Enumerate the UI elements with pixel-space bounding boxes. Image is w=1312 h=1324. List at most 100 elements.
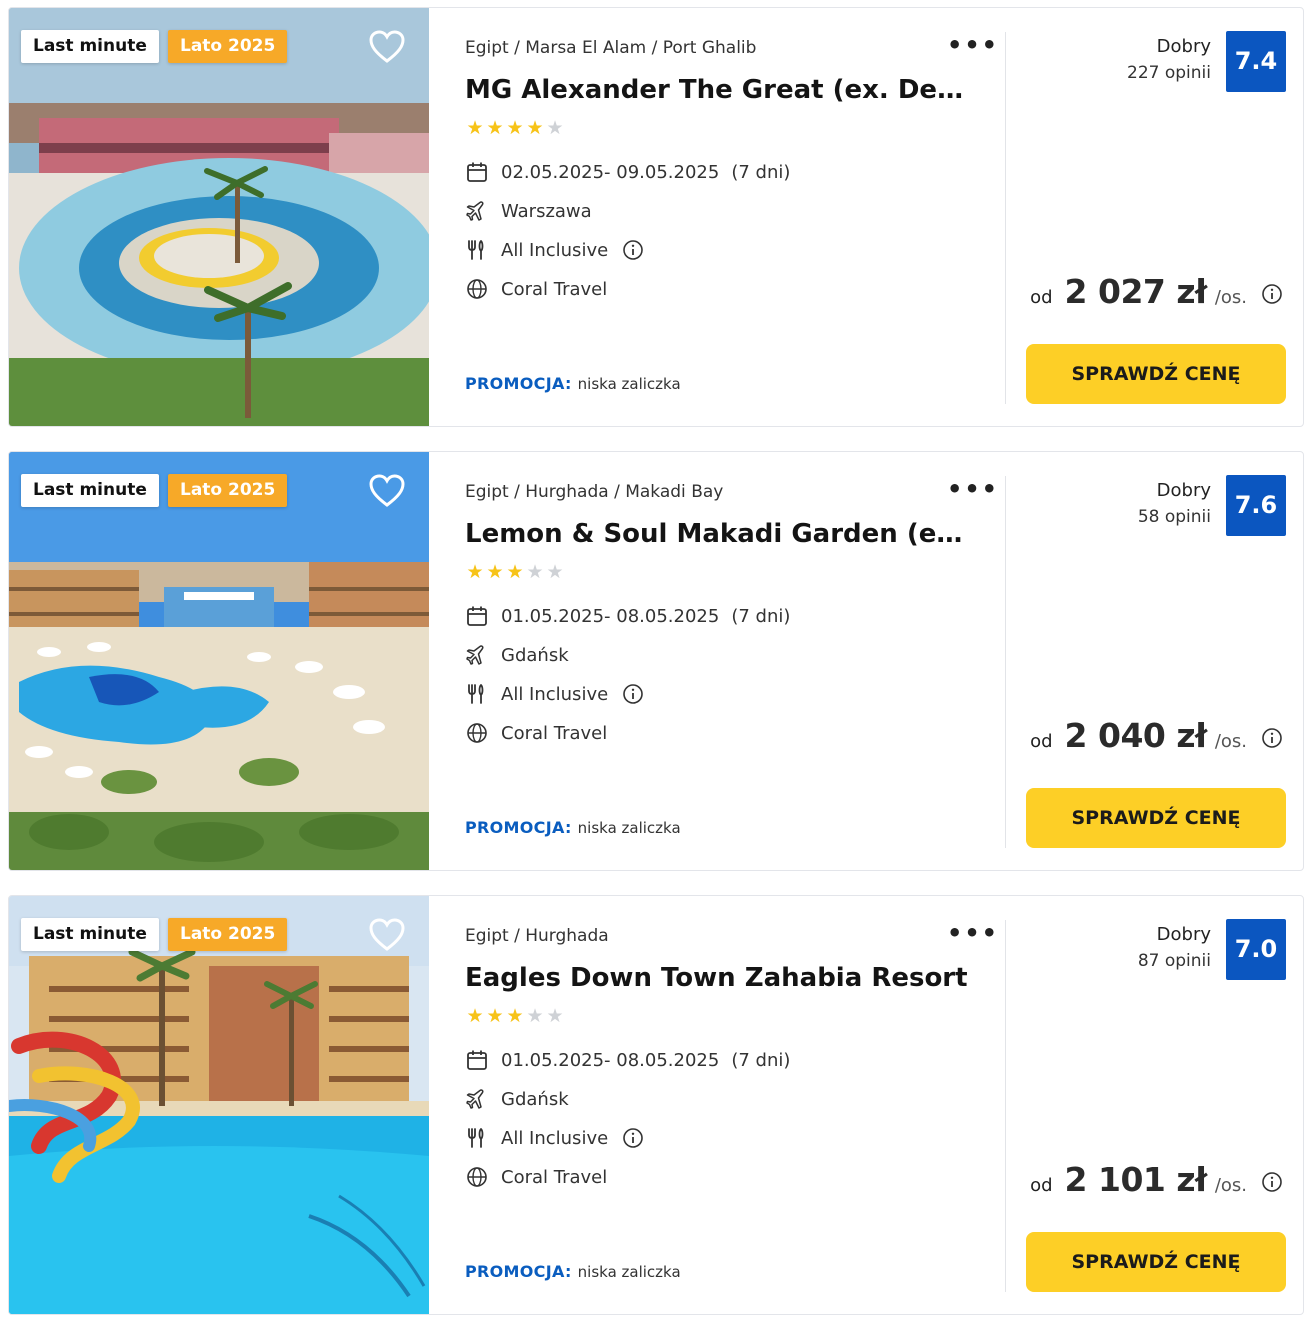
breadcrumb-location[interactable]: Egipt / Hurghada: [465, 926, 609, 946]
hotel-photo[interactable]: Last minute Lato 2025: [9, 896, 429, 1314]
info-icon[interactable]: [622, 683, 644, 705]
dates-row: 01.05.2025- 08.05.2025 (7 dni): [465, 604, 790, 628]
globe-icon: [465, 1165, 489, 1189]
tour-operator: Coral Travel: [501, 722, 608, 744]
info-icon[interactable]: [622, 1127, 644, 1149]
promo-value: niska zaliczka: [577, 819, 681, 837]
board-row: All Inclusive: [465, 682, 644, 706]
heart-icon[interactable]: [369, 474, 405, 508]
promo-label: PROMOCJA:: [465, 374, 572, 393]
promo-value: niska zaliczka: [577, 375, 681, 393]
price-suffix: /os.: [1214, 731, 1247, 752]
dates-text: 01.05.2025- 08.05.2025: [501, 605, 720, 627]
hotel-photo[interactable]: Last minute Lato 2025: [9, 452, 429, 870]
check-price-button[interactable]: SPRAWDŹ CENĘ: [1026, 788, 1286, 848]
board-row: All Inclusive: [465, 1126, 644, 1150]
offer-card[interactable]: Last minute Lato 2025 Egipt / Hurghada /…: [8, 451, 1304, 871]
board-type: All Inclusive: [501, 683, 609, 705]
price-suffix: /os.: [1214, 1175, 1247, 1196]
star-icon: ★: [546, 561, 564, 583]
breadcrumb-location[interactable]: Egipt / Marsa El Alam / Port Ghalib: [465, 38, 756, 58]
info-icon[interactable]: [1261, 727, 1283, 749]
more-dots-icon[interactable]: •••: [947, 477, 997, 504]
star-icon: ★: [466, 561, 484, 583]
season-badge: Lato 2025: [168, 474, 288, 507]
info-icon[interactable]: [1261, 283, 1283, 305]
price-prefix: od: [1030, 287, 1053, 308]
offer-card[interactable]: Last minute Lato 2025 Egipt / Marsa El A…: [8, 7, 1304, 427]
dates-row: 01.05.2025- 08.05.2025 (7 dni): [465, 1048, 790, 1072]
promo-line: PROMOCJA: niska zaliczka: [465, 818, 681, 837]
star-icon: ★: [526, 117, 544, 139]
departure-row: Gdańsk: [465, 643, 569, 667]
price-prefix: od: [1030, 731, 1053, 752]
promo-label: PROMOCJA:: [465, 1262, 572, 1281]
departure-city: Gdańsk: [501, 1088, 569, 1110]
plane-icon: [465, 643, 489, 667]
departure-row: Warszawa: [465, 199, 592, 223]
price-amount: 2 101 zł: [1064, 1160, 1208, 1199]
board-type: All Inclusive: [501, 1127, 609, 1149]
tour-operator: Coral Travel: [501, 1166, 608, 1188]
star-icon: ★: [526, 561, 544, 583]
price-amount: 2 027 zł: [1064, 272, 1208, 311]
rating-count[interactable]: 58 opinii: [1138, 507, 1211, 527]
rating-score-badge: 7.0: [1226, 919, 1286, 980]
hotel-title[interactable]: Eagles Down Town Zahabia Resort: [465, 963, 977, 993]
plane-icon: [465, 199, 489, 223]
nights-text: (7 dni): [731, 605, 791, 627]
rating-score-badge: 7.4: [1226, 31, 1286, 92]
hotel-title[interactable]: Lemon & Soul Makadi Garden (ex Makadi Ga…: [465, 519, 977, 549]
season-badge: Lato 2025: [168, 918, 288, 951]
star-rating: ★ ★ ★ ★ ★: [465, 1006, 565, 1026]
offer-details: Egipt / Hurghada / Makadi Bay ••• Lemon …: [465, 452, 1005, 870]
info-icon[interactable]: [622, 239, 644, 261]
star-icon: ★: [546, 117, 564, 139]
rating-score-badge: 7.6: [1226, 475, 1286, 536]
hotel-photo[interactable]: Last minute Lato 2025: [9, 8, 429, 426]
fork-knife-icon: [465, 238, 489, 262]
star-icon: ★: [546, 1005, 564, 1027]
hotel-photo-image: [9, 452, 429, 870]
operator-row: Coral Travel: [465, 721, 607, 745]
calendar-icon: [465, 604, 489, 628]
offer-details: Egipt / Hurghada ••• Eagles Down Town Za…: [465, 896, 1005, 1314]
nights-text: (7 dni): [731, 1049, 791, 1071]
departure-city: Warszawa: [501, 200, 592, 222]
more-dots-icon[interactable]: •••: [947, 33, 997, 60]
price-block: od 2 027 zł /os.: [1030, 272, 1283, 316]
check-price-button[interactable]: SPRAWDŹ CENĘ: [1026, 344, 1286, 404]
price-block: od 2 101 zł /os.: [1030, 1160, 1283, 1204]
star-rating: ★ ★ ★ ★ ★: [465, 562, 565, 582]
rating-count[interactable]: 87 opinii: [1138, 951, 1211, 971]
offer-card[interactable]: Last minute Lato 2025 Egipt / Hurghada •…: [8, 895, 1304, 1315]
dates-text: 01.05.2025- 08.05.2025: [501, 1049, 720, 1071]
hotel-title[interactable]: MG Alexander The Great (ex. Dessole Port…: [465, 75, 977, 105]
rating-label: Dobry: [1156, 924, 1211, 945]
star-icon: ★: [466, 1005, 484, 1027]
divider: [1005, 476, 1006, 848]
offer-details: Egipt / Marsa El Alam / Port Ghalib ••• …: [465, 8, 1005, 426]
breadcrumb-location[interactable]: Egipt / Hurghada / Makadi Bay: [465, 482, 723, 502]
info-icon[interactable]: [1261, 1171, 1283, 1193]
last-minute-badge: Last minute: [21, 918, 159, 951]
promo-line: PROMOCJA: niska zaliczka: [465, 374, 681, 393]
hotel-photo-image: [9, 896, 429, 1314]
departure-row: Gdańsk: [465, 1087, 569, 1111]
check-price-button[interactable]: SPRAWDŹ CENĘ: [1026, 1232, 1286, 1292]
board-row: All Inclusive: [465, 238, 644, 262]
departure-city: Gdańsk: [501, 644, 569, 666]
fork-knife-icon: [465, 1126, 489, 1150]
heart-icon[interactable]: [369, 918, 405, 952]
rating-label: Dobry: [1156, 480, 1211, 501]
rating-label: Dobry: [1156, 36, 1211, 57]
nights-text: (7 dni): [731, 161, 791, 183]
calendar-icon: [465, 1048, 489, 1072]
star-icon: ★: [506, 561, 524, 583]
calendar-icon: [465, 160, 489, 184]
more-dots-icon[interactable]: •••: [947, 921, 997, 948]
last-minute-badge: Last minute: [21, 474, 159, 507]
rating-count[interactable]: 227 opinii: [1127, 63, 1211, 83]
season-badge: Lato 2025: [168, 30, 288, 63]
heart-icon[interactable]: [369, 30, 405, 64]
